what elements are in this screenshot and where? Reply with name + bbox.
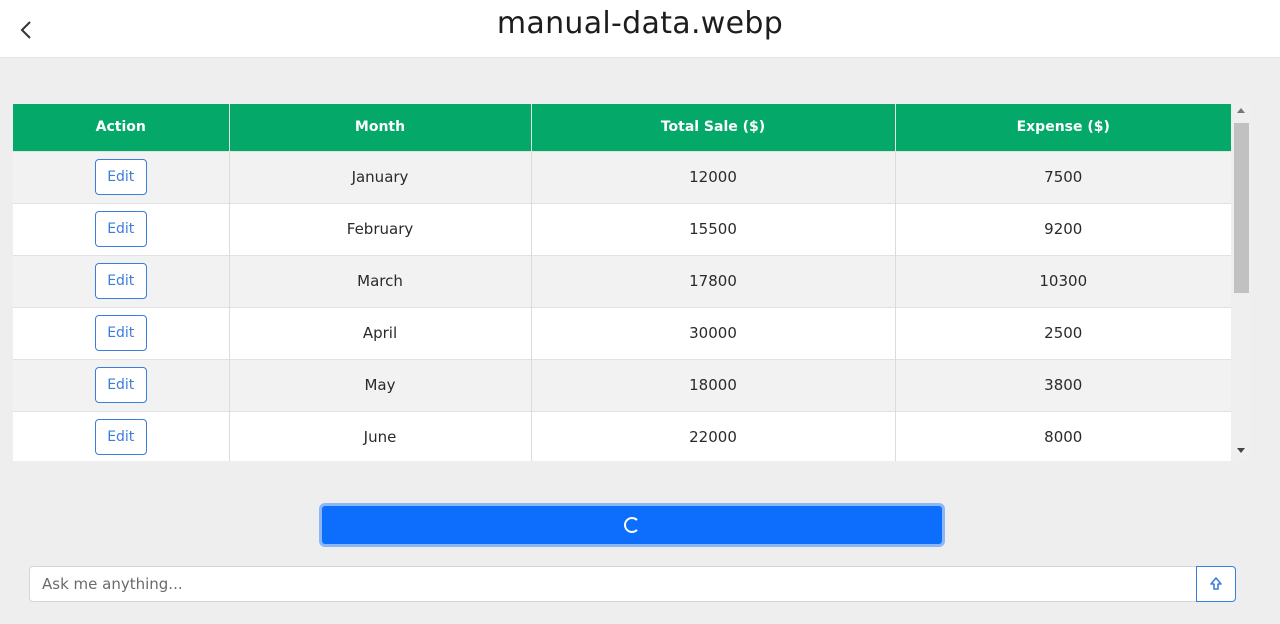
total-sale-cell: 17800 [531,254,896,307]
table-header-row: Action Month Total Sale ($) Expense ($) [13,104,1231,151]
column-header-month: Month [229,104,532,151]
total-sale-cell: 22000 [531,410,896,461]
table-row: Edit January 12000 7500 [13,150,1231,203]
total-sale-cell: 18000 [531,358,896,411]
scrollbar-thumb[interactable] [1234,123,1249,293]
expense-cell: 2500 [895,306,1231,359]
action-cell: Edit [13,150,230,203]
total-sale-cell: 15500 [531,202,896,255]
month-cell: May [229,358,532,411]
edit-button[interactable]: Edit [94,211,147,247]
arrow-up-icon [1210,577,1222,590]
edit-button[interactable]: Edit [94,159,147,195]
chat-input[interactable] [29,566,1197,602]
table-scrollbar[interactable] [1233,104,1250,461]
month-cell: June [229,410,532,461]
scroll-up-arrow-icon[interactable] [1237,108,1245,113]
scroll-down-arrow-icon[interactable] [1237,448,1245,453]
spinner-icon [624,517,640,533]
data-table-container: Action Month Total Sale ($) Expense ($) … [13,104,1251,461]
month-cell: February [229,202,532,255]
column-header-action: Action [13,104,230,151]
total-sale-cell: 30000 [531,306,896,359]
month-cell: January [229,150,532,203]
action-cell: Edit [13,358,230,411]
table-row: Edit March 17800 10300 [13,254,1231,307]
edit-button[interactable]: Edit [94,315,147,351]
data-table: Action Month Total Sale ($) Expense ($) … [13,104,1231,461]
column-header-expense: Expense ($) [895,104,1231,151]
expense-cell: 8000 [895,410,1231,461]
action-cell: Edit [13,254,230,307]
page-title: manual-data.webp [496,6,784,41]
month-cell: March [229,254,532,307]
expense-cell: 3800 [895,358,1231,411]
edit-button[interactable]: Edit [94,419,147,456]
action-cell: Edit [13,202,230,255]
expense-cell: 10300 [895,254,1231,307]
table-row: Edit February 15500 9200 [13,202,1231,255]
expense-cell: 7500 [895,150,1231,203]
submit-button[interactable] [319,503,945,547]
table-row: Edit May 18000 3800 [13,358,1231,411]
table-row: Edit April 30000 2500 [13,306,1231,359]
expense-cell: 9200 [895,202,1231,255]
send-button[interactable] [1196,566,1236,602]
action-cell: Edit [13,306,230,359]
total-sale-cell: 12000 [531,150,896,203]
month-cell: April [229,306,532,359]
edit-button[interactable]: Edit [94,263,147,299]
column-header-total-sale: Total Sale ($) [531,104,896,151]
action-cell: Edit [13,410,230,461]
edit-button[interactable]: Edit [94,367,147,403]
table-row: Edit June 22000 8000 [13,410,1231,461]
top-bar: manual-data.webp [0,0,1280,58]
